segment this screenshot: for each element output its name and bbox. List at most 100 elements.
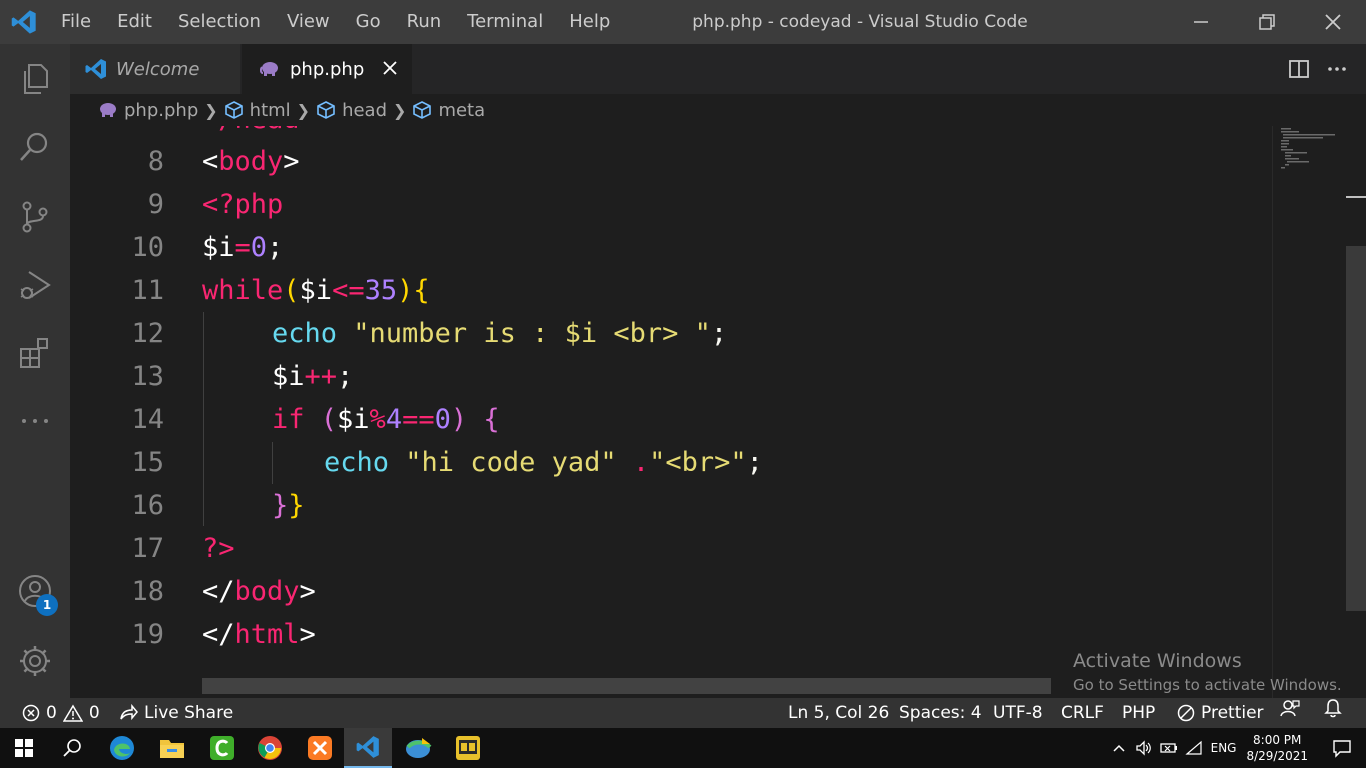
scrollbar-thumb[interactable] [1346,246,1366,611]
battery-icon[interactable] [1159,740,1179,756]
line-number: 15 [131,447,164,478]
line-number: 10 [131,232,164,263]
tab-welcome-label: Welcome [116,58,200,80]
feedback-person-icon [1280,700,1300,717]
taskbar-edge[interactable] [98,728,146,768]
menu-run[interactable]: Run [394,0,455,44]
encoding-status[interactable]: UTF-8 [993,698,1043,728]
code-line: $i++; [272,361,354,392]
code-line: $i=0; [202,232,284,263]
horizontal-scrollbar[interactable] [202,678,1051,694]
menu-terminal[interactable]: Terminal [454,0,556,44]
menu-help[interactable]: Help [556,0,623,44]
code-line: while($i<=35){ [202,275,430,306]
menu-file[interactable]: File [48,0,104,44]
menu-edit[interactable]: Edit [104,0,165,44]
xampp-icon [308,736,332,760]
taskbar-vscode[interactable] [344,728,392,768]
code-line: if ($i%4==0) { [272,404,500,435]
search-icon [20,132,48,161]
warning-count: 0 [88,703,100,723]
extensions-button[interactable] [0,318,70,388]
system-tray: ENG 8:00 PM 8/29/2021 [1111,728,1366,768]
minimap[interactable] [1272,126,1346,698]
menu-selection[interactable]: Selection [165,0,274,44]
breadcrumb-meta[interactable]: meta [412,100,485,121]
minimap-preview [1281,128,1335,169]
accounts-button[interactable] [0,556,70,626]
split-editor-icon[interactable] [1288,58,1310,80]
minimize-button[interactable] [1168,0,1234,44]
folder-icon [160,740,184,758]
input-language[interactable]: ENG [1211,741,1237,755]
tab-php[interactable]: php.php [242,44,412,94]
volume-icon[interactable] [1135,740,1153,756]
start-button[interactable] [0,728,48,768]
menu-view[interactable]: View [274,0,343,44]
watermark-title: Activate Windows [1073,650,1242,672]
menu-go[interactable]: Go [343,0,394,44]
taskbar-search-button[interactable] [48,728,96,768]
prettier-status[interactable]: Prettier [1177,698,1264,728]
restore-button[interactable] [1234,0,1300,44]
code-line-partial: </head> [202,126,316,135]
chevron-right-icon: ❯ [204,100,218,120]
source-control-button[interactable] [0,182,70,252]
indentation-status[interactable]: Spaces: 4 [899,698,982,728]
taskbar-file-explorer[interactable] [148,728,196,768]
cursor-position[interactable]: Ln 5, Col 26 [788,698,889,728]
line-number: 16 [131,490,164,521]
breadcrumb-html[interactable]: html [224,100,291,121]
indent-guide [272,442,273,484]
circle-slash-icon [1177,704,1195,722]
wifi-icon[interactable] [1184,740,1203,756]
vscode-logo-icon [85,59,106,79]
breadcrumb-file[interactable]: php.php [98,100,198,121]
notifications-button[interactable] [1324,698,1342,718]
taskbar-xampp[interactable] [296,728,344,768]
clock[interactable]: 8:00 PM 8/29/2021 [1246,732,1308,764]
breadcrumb-head[interactable]: head [316,100,387,121]
live-share-button[interactable]: Live Share [118,698,233,728]
code-editor[interactable]: </head> 8 <body> 9 <?php 10 $i=0; 11 whi… [70,126,1272,698]
activity-bar: 1 [0,44,70,698]
window-title: php.php - codeyad - Visual Studio Code [692,12,1028,32]
vertical-scrollbar[interactable] [1346,126,1366,698]
close-tab-icon[interactable] [380,58,400,78]
language-mode[interactable]: PHP [1122,698,1155,728]
taskbar-chrome[interactable] [246,728,294,768]
code-line: <body> [202,146,300,177]
close-icon [1325,14,1341,30]
ellipsis-icon [22,419,48,423]
taskbar-php-app[interactable] [444,728,492,768]
close-window-button[interactable] [1300,0,1366,44]
feedback-button[interactable] [1280,698,1300,718]
more-views-button[interactable] [0,386,70,456]
line-number: 14 [131,404,164,435]
line-number: 13 [131,361,164,392]
action-center-icon[interactable] [1332,738,1352,758]
code-line: echo "number is : $i <br> "; [272,318,728,349]
minimize-icon [1194,21,1208,23]
taskbar-download-manager[interactable] [394,728,442,768]
problems-status[interactable]: 0 0 [22,698,100,728]
tab-welcome[interactable]: Welcome [70,44,240,94]
run-debug-button[interactable] [0,250,70,320]
taskbar-camtasia[interactable] [198,728,246,768]
php-elephant-icon [100,103,116,117]
code-line: </body> [202,576,316,607]
error-count: 0 [46,703,57,723]
manage-button[interactable] [0,626,70,696]
search-button[interactable] [0,112,70,182]
chevron-up-icon[interactable] [1111,740,1127,756]
vscode-logo-icon [11,10,36,34]
breadcrumb: php.php ❯ html ❯ head ❯ meta [70,94,1270,126]
live-share-label: Live Share [144,703,234,723]
globe-download-icon [406,738,432,758]
element-cube-icon [224,101,243,119]
breadcrumb-meta-label: meta [438,99,486,121]
eol-status[interactable]: CRLF [1061,698,1104,728]
indent-guide [203,312,204,526]
explorer-button[interactable] [0,44,70,114]
more-actions-icon[interactable] [1326,58,1348,80]
